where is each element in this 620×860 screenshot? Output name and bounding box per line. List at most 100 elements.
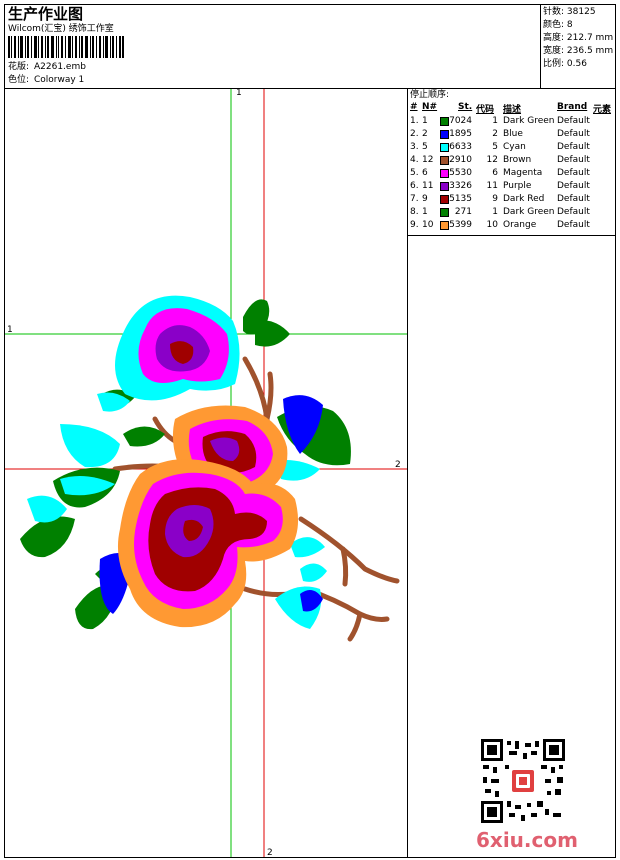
col-elem: 元素 bbox=[593, 105, 612, 115]
row-brand: Default bbox=[557, 168, 590, 178]
row-brand: Default bbox=[557, 194, 590, 204]
lower-flower bbox=[117, 459, 299, 628]
stitches-label: 针数: bbox=[543, 7, 565, 17]
table-row: 5. 6 5530 6 Magenta Default bbox=[410, 167, 616, 180]
barcode bbox=[8, 36, 124, 58]
color-swatch bbox=[440, 195, 449, 204]
guide-label-h1: 1 bbox=[7, 325, 13, 335]
row-desc: Purple bbox=[503, 181, 532, 191]
row-stitches: 1895 bbox=[449, 129, 472, 139]
col-brand: Brand bbox=[557, 102, 588, 112]
col-code: 代码 bbox=[476, 105, 495, 115]
row-brand: Default bbox=[557, 220, 590, 230]
row-num: 2. bbox=[410, 129, 419, 139]
row-num: 1. bbox=[410, 116, 419, 126]
row-needle: 9 bbox=[422, 194, 428, 204]
row-code: 6 bbox=[492, 168, 498, 178]
table-row: 9. 10 5399 10 Orange Default bbox=[410, 219, 616, 232]
stitches-value: 38125 bbox=[566, 7, 596, 17]
stop-sequence-table: 1. 1 7024 1 Dark Green Default 2. 2 1895 2 Blue Def… bbox=[410, 115, 616, 235]
row-num: 8. bbox=[410, 207, 419, 217]
sequence-title: 停止顺序: bbox=[410, 90, 450, 100]
row-stitches: 3326 bbox=[449, 181, 472, 191]
design-value: A2261.emb bbox=[34, 62, 86, 72]
row-num: 7. bbox=[410, 194, 419, 204]
width-label: 宽度: bbox=[543, 46, 565, 56]
row-needle: 5 bbox=[422, 142, 428, 152]
row-stitches: 2910 bbox=[449, 155, 472, 165]
row-stitches: 5399 bbox=[449, 220, 472, 230]
row-needle: 12 bbox=[422, 155, 434, 165]
colorway-value: Colorway 1 bbox=[34, 75, 85, 85]
table-row: 6. 11 3326 11 Purple Default bbox=[410, 180, 616, 193]
row-num: 4. bbox=[410, 155, 419, 165]
row-brand: Default bbox=[557, 207, 590, 217]
watermark-text: 6xiu.com bbox=[476, 828, 578, 852]
color-swatch bbox=[440, 169, 449, 178]
row-needle: 6 bbox=[422, 168, 428, 178]
scale-value: 0.56 bbox=[566, 59, 587, 69]
row-desc: Dark Green bbox=[503, 116, 555, 126]
height-label: 高度: bbox=[543, 33, 565, 43]
row-num: 3. bbox=[410, 142, 419, 152]
col-st: St. bbox=[458, 102, 473, 112]
row-num: 9. bbox=[410, 220, 419, 230]
design-canvas: 1 1 2 2 bbox=[5, 89, 407, 857]
design-label: 花版: bbox=[8, 62, 30, 72]
embroidery-design bbox=[20, 295, 400, 642]
row-stitches: 7024 bbox=[449, 116, 472, 126]
row-code: 10 bbox=[486, 220, 498, 230]
row-needle: 10 bbox=[422, 220, 434, 230]
color-swatch bbox=[440, 182, 449, 191]
row-code: 11 bbox=[486, 181, 498, 191]
row-brand: Default bbox=[557, 116, 590, 126]
row-num: 5. bbox=[410, 168, 419, 178]
colors-label: 颜色: bbox=[543, 20, 565, 30]
row-needle: 2 bbox=[422, 129, 428, 139]
guide-label-v2: 2 bbox=[267, 848, 273, 857]
table-row: 1. 1 7024 1 Dark Green Default bbox=[410, 115, 616, 128]
colors-value: 8 bbox=[566, 20, 573, 30]
row-needle: 11 bbox=[422, 181, 434, 191]
table-row: 2. 2 1895 2 Blue Default bbox=[410, 128, 616, 141]
row-desc: Blue bbox=[503, 129, 523, 139]
row-needle: 1 bbox=[422, 207, 428, 217]
width-value: 236.5 mm bbox=[566, 46, 614, 56]
sheet-title: 生产作业图 bbox=[8, 5, 84, 23]
color-swatch bbox=[440, 117, 449, 126]
row-desc: Dark Green bbox=[503, 207, 555, 217]
row-desc: Magenta bbox=[503, 168, 543, 178]
row-brand: Default bbox=[557, 181, 590, 191]
height-value: 212.7 mm bbox=[566, 33, 614, 43]
row-stitches: 5135 bbox=[449, 194, 472, 204]
row-needle: 1 bbox=[422, 116, 428, 126]
row-desc: Orange bbox=[503, 220, 537, 230]
row-stitches: 5530 bbox=[449, 168, 472, 178]
col-no: N# bbox=[422, 102, 438, 112]
row-code: 5 bbox=[492, 142, 498, 152]
row-code: 9 bbox=[492, 194, 498, 204]
table-row: 4. 12 2910 12 Brown Default bbox=[410, 154, 616, 167]
colorway-label: 色位: bbox=[8, 75, 30, 85]
scale-label: 比例: bbox=[543, 59, 565, 69]
row-num: 6. bbox=[410, 181, 419, 191]
row-code: 2 bbox=[492, 129, 498, 139]
row-desc: Brown bbox=[503, 155, 532, 165]
col-desc: 描述 bbox=[503, 105, 522, 115]
guide-label-v1: 1 bbox=[236, 89, 242, 98]
row-stitches: 271 bbox=[454, 207, 472, 217]
qr-code bbox=[481, 739, 565, 823]
color-swatch bbox=[440, 143, 449, 152]
table-row: 7. 9 5135 9 Dark Red Default bbox=[410, 193, 616, 206]
row-code: 1 bbox=[492, 116, 498, 126]
guide-label-h2: 2 bbox=[395, 460, 401, 470]
row-desc: Cyan bbox=[503, 142, 526, 152]
row-brand: Default bbox=[557, 142, 590, 152]
col-num: # bbox=[410, 102, 418, 112]
upper-flower bbox=[115, 295, 240, 401]
panel-divider bbox=[407, 88, 408, 858]
table-row: 3. 5 6633 5 Cyan Default bbox=[410, 141, 616, 154]
table-row: 8. 1 271 1 Dark Green Default bbox=[410, 206, 616, 219]
row-brand: Default bbox=[557, 129, 590, 139]
color-swatch bbox=[440, 208, 449, 217]
